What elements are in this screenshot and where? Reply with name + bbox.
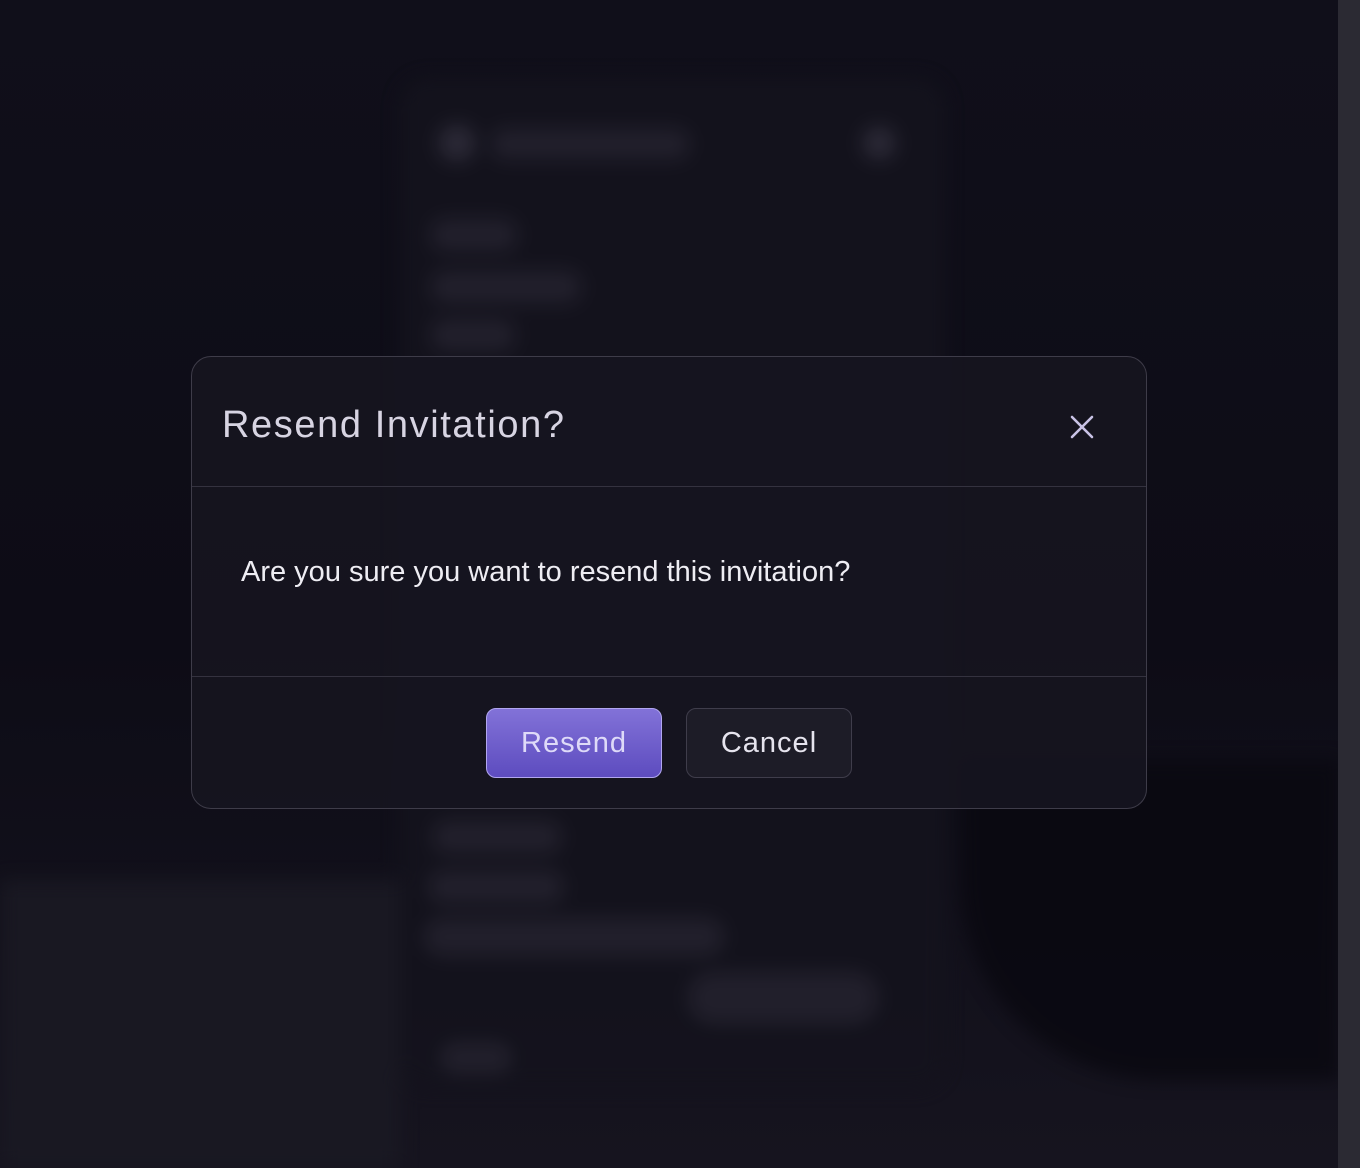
background-bar bbox=[428, 870, 564, 904]
dialog-footer: Resend Cancel bbox=[192, 677, 1146, 808]
background-bar bbox=[440, 1042, 512, 1074]
scrollbar[interactable] bbox=[1338, 0, 1360, 1168]
dialog-header: Resend Invitation? bbox=[192, 357, 1146, 487]
cancel-button[interactable]: Cancel bbox=[686, 708, 852, 778]
background-bar bbox=[430, 318, 516, 352]
background-bar bbox=[430, 270, 582, 304]
close-icon bbox=[1070, 415, 1094, 439]
close-button[interactable] bbox=[1062, 407, 1102, 447]
resend-button[interactable]: Resend bbox=[486, 708, 662, 778]
background-bar bbox=[432, 820, 562, 854]
background-shade bbox=[0, 880, 400, 1168]
dialog-message: Are you sure you want to resend this inv… bbox=[241, 556, 851, 588]
background-bar bbox=[688, 972, 878, 1024]
dialog-title: Resend Invitation? bbox=[222, 404, 566, 446]
dialog-body: Are you sure you want to resend this inv… bbox=[192, 487, 1146, 677]
background-avatar bbox=[438, 124, 476, 162]
screen: Resend Invitation? Are you sure you want… bbox=[0, 0, 1360, 1168]
background-bar bbox=[430, 218, 518, 252]
background-icon bbox=[862, 126, 896, 160]
resend-invitation-dialog: Resend Invitation? Are you sure you want… bbox=[191, 356, 1147, 809]
background-bar bbox=[424, 918, 724, 956]
background-bar bbox=[490, 128, 690, 160]
